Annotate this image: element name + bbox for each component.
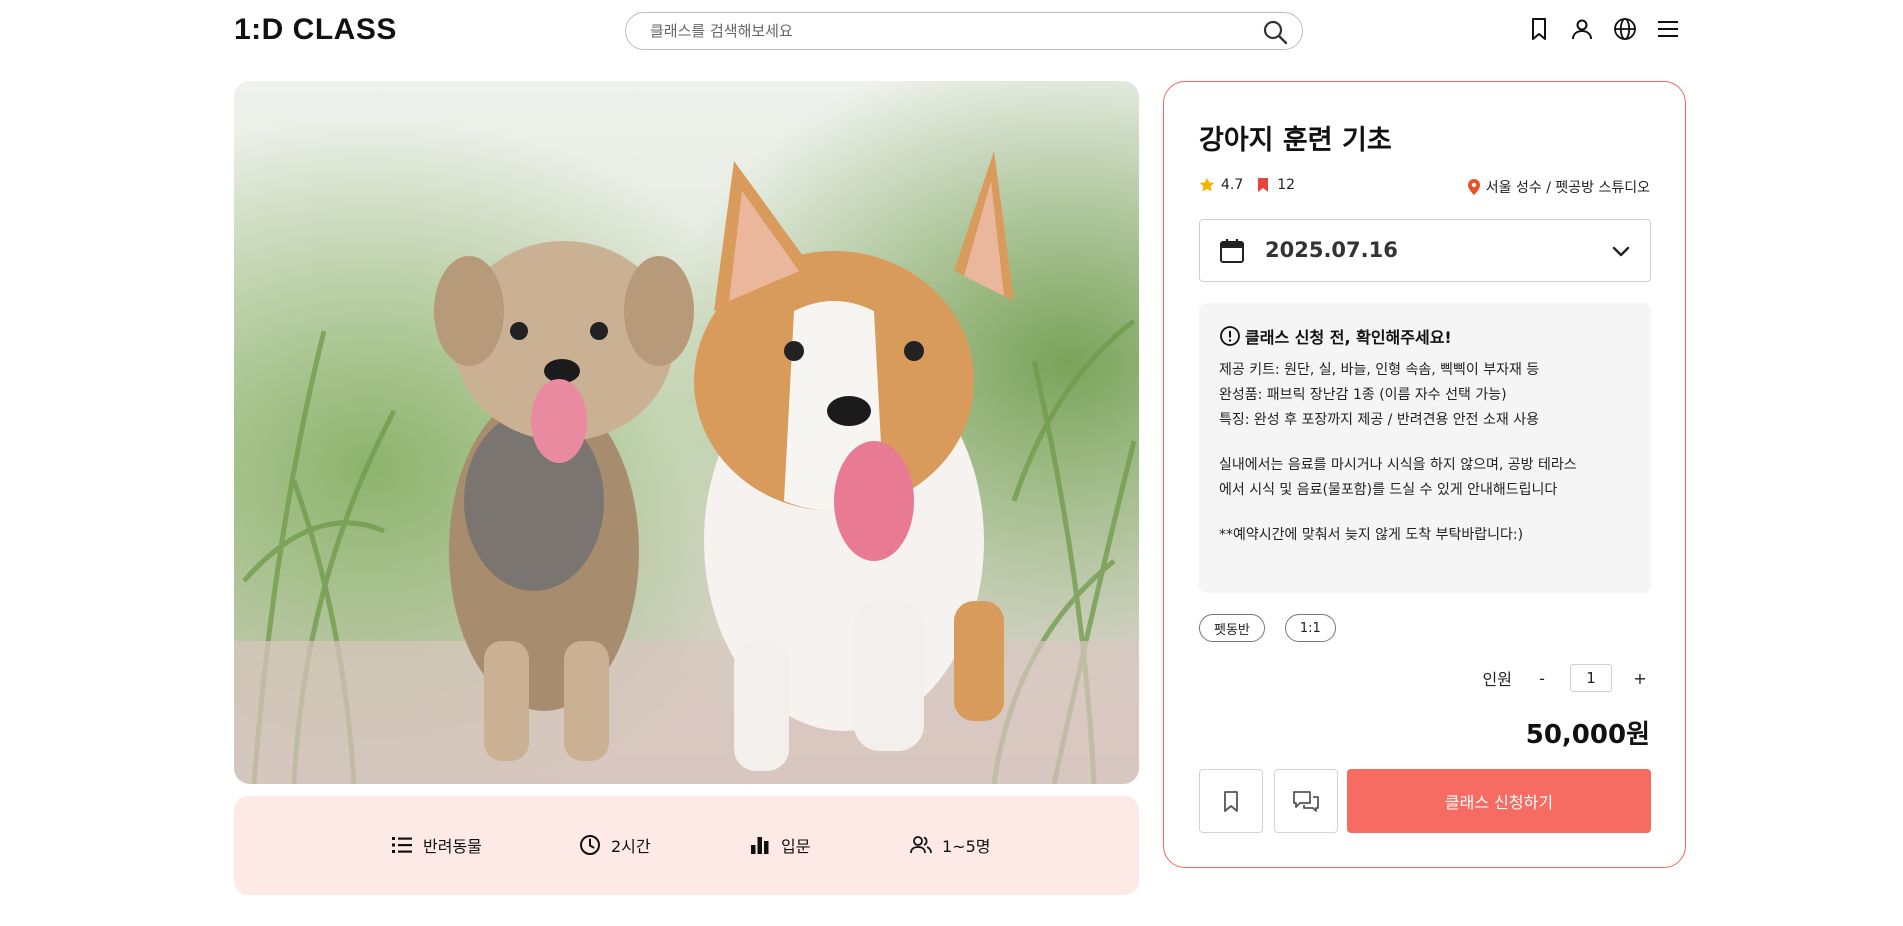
location: 서울 성수 / 펫공방 스튜디오 [1466, 177, 1650, 197]
duration-info: 2시간 [579, 832, 651, 858]
calendar-icon [1220, 239, 1244, 263]
location-pin-icon [1467, 179, 1480, 195]
booking-card: 강아지 훈련 기초 4.7 12 서울 성수 / 펫공방 스튜디오 2025.0… [1163, 81, 1686, 868]
alert-circle-icon [1220, 326, 1240, 346]
search-bar[interactable] [625, 12, 1303, 50]
notice-line: 특징: 완성 후 포장까지 제공 / 반려견용 안전 소재 사용 [1219, 412, 1539, 428]
price: 50,000원 [1525, 720, 1650, 750]
date-dropdown[interactable]: 2025.07.16 [1199, 219, 1651, 282]
globe-icon[interactable] [1613, 17, 1637, 41]
clock-icon [580, 835, 600, 855]
quantity-input[interactable] [1570, 664, 1612, 692]
category-info: 반려동물 [391, 832, 482, 858]
notice-line: **예약시간에 맞춰서 늦지 않게 도착 부탁바랍니다:) [1219, 527, 1524, 543]
capacity-info: 1~5명 [910, 832, 991, 858]
class-hero-image [234, 81, 1139, 784]
category-label: 반려동물 [423, 837, 482, 856]
rating-bookmark-summary: 4.7 12 [1199, 177, 1295, 193]
selected-date: 2025.07.16 [1265, 238, 1398, 262]
class-title: 강아지 훈련 기초 [1199, 125, 1392, 156]
notice-line: 제공 키트: 원단, 실, 바늘, 인형 속솜, 삑삑이 부자재 등 [1219, 362, 1540, 378]
logo[interactable]: 1:D CLASS [234, 14, 397, 46]
rating-value: 4.7 [1221, 177, 1244, 193]
tag-one-on-one: 1:1 [1284, 614, 1336, 642]
inquiry-button[interactable] [1274, 769, 1338, 833]
level-bars-icon [751, 837, 769, 854]
duration-label: 2시간 [611, 837, 651, 856]
level-info: 입문 [749, 832, 810, 858]
chevron-down-icon[interactable] [1610, 240, 1632, 262]
star-icon [1199, 177, 1215, 192]
people-icon [910, 836, 932, 854]
bookmark-outline-icon [1224, 791, 1238, 812]
increase-button[interactable]: + [1630, 669, 1650, 688]
notice-box: 클래스 신청 전, 확인해주세요! 제공 키트: 원단, 실, 바늘, 인형 속… [1199, 303, 1651, 593]
location-text: 서울 성수 / 펫공방 스튜디오 [1485, 180, 1650, 196]
search-input[interactable] [650, 13, 1250, 49]
bookmark-button[interactable] [1199, 769, 1263, 833]
people-stepper: 인원 - + [1483, 664, 1650, 692]
notice-heading-text: 클래스 신청 전, 확인해주세요! [1245, 328, 1452, 347]
notice-line: 완성품: 패브릭 장난감 1종 (이름 자수 선택 가능) [1219, 387, 1507, 403]
list-icon [392, 837, 412, 853]
level-label: 입문 [781, 837, 811, 856]
apply-class-button[interactable]: 클래스 신청하기 [1347, 769, 1651, 833]
notice-line: 에서 시식 및 음료(물포함)를 드실 수 있게 안내해드립니다 [1219, 482, 1558, 498]
bookmark-icon[interactable] [1527, 17, 1551, 41]
people-label: 인원 [1482, 670, 1512, 689]
notice-heading: 클래스 신청 전, 확인해주세요! [1219, 324, 1631, 348]
tag-pet-friendly: 펫동반 [1199, 614, 1265, 642]
capacity-label: 1~5명 [942, 837, 991, 856]
class-info-bar: 반려동물 2시간 입문 1~5명 [234, 796, 1139, 895]
chat-icon [1293, 791, 1319, 812]
notice-line: 실내에서는 음료를 마시거나 시식을 하지 않으며, 공방 테라스 [1219, 457, 1577, 473]
bookmark-filled-icon [1258, 178, 1269, 192]
search-icon[interactable] [1262, 19, 1288, 45]
header-icons [1527, 17, 1680, 41]
menu-icon[interactable] [1656, 17, 1680, 41]
bookmark-count: 12 [1277, 177, 1296, 193]
user-icon[interactable] [1570, 17, 1594, 41]
decrease-button[interactable]: - [1532, 669, 1552, 688]
tag-list: 펫동반 1:1 [1199, 614, 1336, 642]
